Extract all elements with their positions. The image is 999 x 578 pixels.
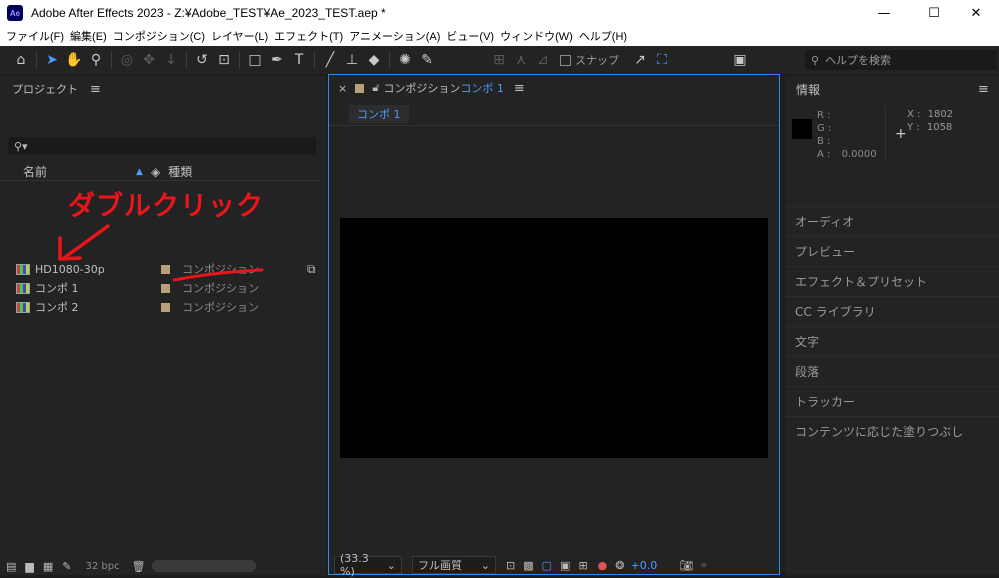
panel-tracker[interactable]: トラッカー xyxy=(785,386,999,416)
y-label: Y : xyxy=(907,122,920,133)
panel-cc-libraries[interactable]: CC ライブラリ xyxy=(785,296,999,326)
grid-guides-icon[interactable]: ⊞ xyxy=(578,559,587,572)
crosshair-icon: + xyxy=(895,126,907,142)
fast-preview-icon[interactable]: ⊡ xyxy=(506,559,515,572)
project-footer: ▤ ▆ ▦ ✎ 32 bpc 🗑 xyxy=(0,557,326,575)
transparency-grid-icon[interactable]: ▩ xyxy=(523,559,533,572)
zoom-dropdown[interactable]: (33.3 %) ⌄ xyxy=(334,552,402,578)
color-swatch xyxy=(792,119,812,139)
panel-character[interactable]: 文字 xyxy=(785,326,999,356)
panel-title-prefix: コンポジション xyxy=(383,82,461,95)
resolution-dropdown[interactable]: フル画質 ⌄ xyxy=(412,556,496,574)
snapshot-icon[interactable]: 📷︎ xyxy=(679,559,693,572)
position-readout: X : 1802 Y : 1058 xyxy=(907,108,953,134)
color-readout: R : G : B : A : 0.0000 xyxy=(817,109,877,161)
interpret-footage-icon[interactable]: ▤ xyxy=(6,560,16,573)
trash-icon[interactable]: 🗑 xyxy=(132,560,146,573)
show-snapshot-icon[interactable]: ⚭ xyxy=(699,559,708,572)
composition-panel-header: × 🔓︎ コンポジション コンポ 1 ≡ xyxy=(329,75,779,101)
composition-viewer[interactable] xyxy=(340,218,768,458)
exposure-value[interactable]: +0.0 xyxy=(630,559,657,572)
panel-list: オーディオ プレビュー エフェクト＆プリセット CC ライブラリ 文字 段落 ト… xyxy=(785,206,999,446)
panel-menu-icon[interactable]: ≡ xyxy=(978,82,989,97)
annotation-arrow xyxy=(62,224,110,260)
divider xyxy=(329,125,779,126)
a-label: A : xyxy=(817,149,831,160)
new-composition-icon[interactable]: ▦ xyxy=(43,560,53,573)
panel-audio[interactable]: オーディオ xyxy=(785,206,999,236)
channel-icon[interactable]: ● xyxy=(598,559,608,572)
panel-paragraph[interactable]: 段落 xyxy=(785,356,999,386)
info-panel-header: 情報 ≡ xyxy=(785,76,999,102)
exposure-reset-icon[interactable]: ❂ xyxy=(615,559,624,572)
mask-visibility-icon[interactable]: ▢ xyxy=(542,559,552,572)
label-color-swatch[interactable] xyxy=(355,83,365,93)
panel-content-aware-fill[interactable]: コンテンツに応じた塗りつぶし xyxy=(785,416,999,446)
bit-depth-button[interactable]: 32 bpc xyxy=(86,561,120,572)
info-panel-title[interactable]: 情報 xyxy=(796,81,820,98)
adjust-settings-icon[interactable]: ✎ xyxy=(62,560,71,573)
composition-footer: (33.3 %) ⌄ フル画質 ⌄ ⊡ ▩ ▢ ▣ ⊞ ● ❂ +0.0 📷︎ … xyxy=(329,552,779,578)
new-folder-icon[interactable]: ▆ xyxy=(25,560,33,573)
r-label: R : xyxy=(817,110,831,121)
zoom-value: (33.3 %) xyxy=(340,552,369,578)
b-label: B : xyxy=(817,136,831,147)
panel-title-comp[interactable]: コンポ 1 xyxy=(460,80,504,96)
info-panel: 情報 ≡ R : G : B : A : 0.0000 + X : 1802 Y… xyxy=(785,76,999,575)
chevron-down-icon: ⌄ xyxy=(386,558,396,572)
panel-menu-icon[interactable]: ≡ xyxy=(514,81,525,96)
y-value: 1058 xyxy=(926,122,953,133)
comp-tab[interactable]: コンポ 1 xyxy=(349,105,409,123)
g-label: G : xyxy=(817,123,832,134)
x-value: 1802 xyxy=(927,109,954,120)
project-scrollbar[interactable] xyxy=(151,560,256,572)
x-label: X : xyxy=(907,109,921,120)
lock-icon[interactable]: 🔓︎ xyxy=(372,81,379,95)
chevron-down-icon: ⌄ xyxy=(480,558,490,572)
region-of-interest-icon[interactable]: ▣ xyxy=(560,559,570,572)
close-icon[interactable]: × xyxy=(338,82,347,95)
a-value: 0.0000 xyxy=(841,149,877,160)
divider xyxy=(885,106,886,161)
panel-effects-presets[interactable]: エフェクト＆プリセット xyxy=(785,266,999,296)
resolution-value: フル画質 xyxy=(418,559,462,572)
annotation-underline xyxy=(172,268,264,282)
panel-preview[interactable]: プレビュー xyxy=(785,236,999,266)
composition-panel: × 🔓︎ コンポジション コンポ 1 ≡ コンポ 1 (33.3 %) ⌄ フル… xyxy=(328,74,780,578)
